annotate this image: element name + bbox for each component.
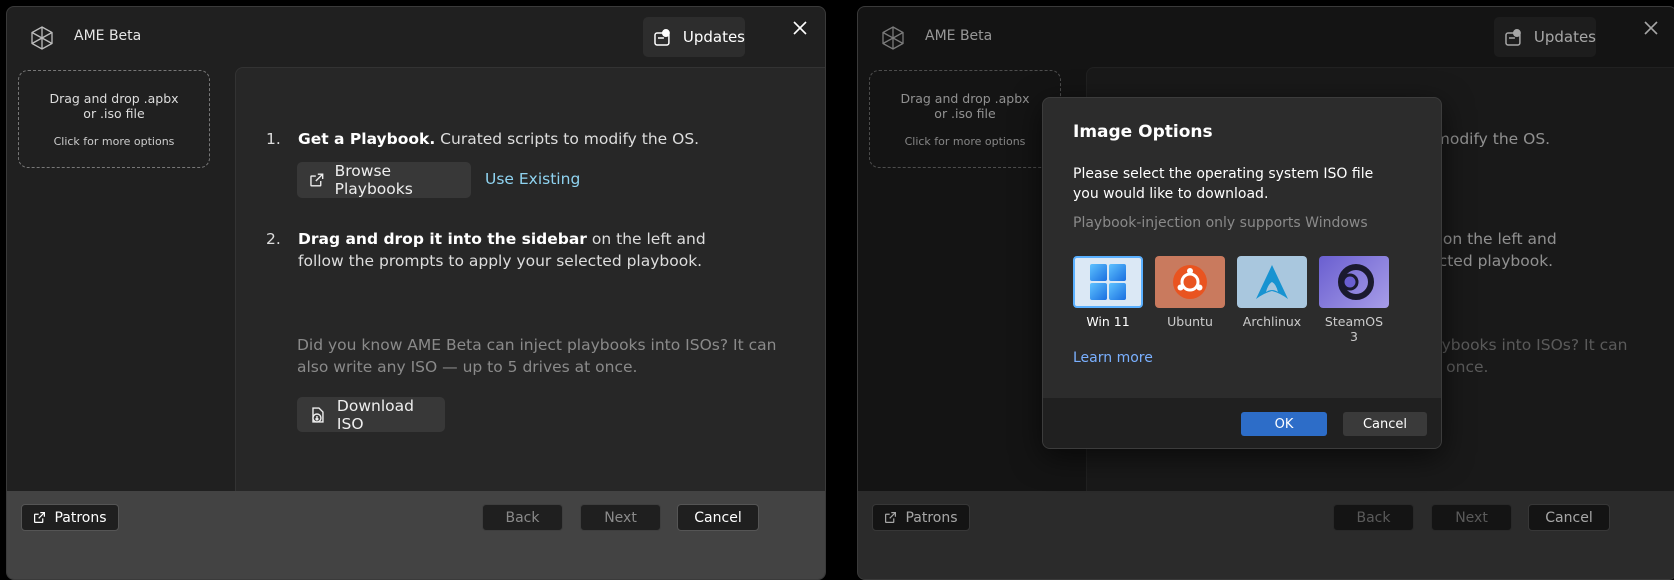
- os-tile: [1237, 256, 1307, 308]
- download-iso-label: Download ISO: [336, 396, 414, 433]
- dialog-description: Please select the operating system ISO f…: [1073, 166, 1374, 202]
- sidebar: Drag and drop .apbx or .iso file Click f…: [7, 67, 235, 527]
- dialog-cancel-button[interactable]: Cancel: [1343, 412, 1427, 436]
- step-text: Drag and drop it into the sidebar on the…: [298, 228, 738, 272]
- footer-bar: Patrons Back Next Cancel: [7, 491, 825, 579]
- patrons-label: Patrons: [54, 509, 107, 526]
- drop-zone[interactable]: Drag and drop .apbx or .iso file Click f…: [18, 70, 210, 168]
- os-option-label: Win 11: [1086, 314, 1130, 329]
- os-option-label: Archlinux: [1242, 314, 1302, 329]
- external-link-icon: [310, 173, 324, 187]
- os-option-archlinux[interactable]: Archlinux: [1237, 256, 1307, 344]
- ame-window-main: AME Beta Updates Drag and drop .apbx or …: [6, 6, 826, 580]
- app-title: AME Beta: [74, 28, 142, 44]
- cancel-button[interactable]: Cancel: [677, 504, 759, 531]
- os-tile: [1155, 256, 1225, 308]
- step-number: 1.: [266, 130, 281, 148]
- step-text: Get a Playbook. Curated scripts to modif…: [298, 128, 738, 150]
- ubuntu-icon: [1173, 265, 1207, 299]
- windows-icon: [1090, 264, 1126, 300]
- info-text: Did you know AME Beta can inject playboo…: [297, 336, 777, 376]
- back-button[interactable]: Back: [482, 504, 563, 531]
- os-options: Win 11 Ubuntu Archlinux SteamOS 3: [1073, 256, 1389, 344]
- os-tile: [1073, 256, 1143, 308]
- main-content: 1. Get a Playbook. Curated scripts to mo…: [235, 67, 825, 528]
- os-option-label: SteamOS 3: [1324, 314, 1384, 344]
- browse-playbooks-label: Browse Playbooks: [334, 162, 413, 198]
- ok-button[interactable]: OK: [1241, 412, 1327, 436]
- browse-playbooks-button[interactable]: Browse Playbooks: [297, 162, 471, 198]
- patrons-button[interactable]: Patrons: [21, 504, 119, 531]
- updates-icon: [654, 29, 670, 46]
- download-file-icon: [312, 406, 324, 423]
- updates-button[interactable]: Updates: [643, 17, 745, 57]
- step-rest: Curated scripts to modify the OS.: [435, 130, 700, 148]
- dialog-title: Image Options: [1073, 122, 1213, 142]
- step-bold: Get a Playbook.: [298, 130, 436, 148]
- title-bar: AME Beta Updates: [7, 7, 825, 67]
- external-link-icon: [34, 512, 46, 523]
- dialog-footer: OK Cancel: [1043, 398, 1441, 448]
- ame-window-dialog: AME Beta Updates Drag and drop .apbx or …: [857, 6, 1674, 580]
- steamos-icon: [1338, 264, 1374, 300]
- next-button[interactable]: Next: [580, 504, 661, 531]
- drop-zone-hint: Click for more options: [53, 135, 175, 148]
- learn-more-link[interactable]: Learn more: [1073, 350, 1153, 366]
- os-option-win11[interactable]: Win 11: [1073, 256, 1143, 344]
- dialog-note: Playbook-injection only supports Windows: [1073, 215, 1368, 231]
- updates-label: Updates: [682, 28, 745, 46]
- os-option-label: Ubuntu: [1167, 314, 1213, 329]
- download-iso-button[interactable]: Download ISO: [297, 396, 445, 433]
- use-existing-link[interactable]: Use Existing: [485, 170, 580, 188]
- step-bold: Drag and drop it into the sidebar: [298, 230, 587, 248]
- image-options-dialog: Image Options Please select the operatin…: [1042, 97, 1442, 449]
- drop-zone-line2: or .iso file: [83, 106, 145, 121]
- drop-zone-line1: Drag and drop .apbx: [49, 91, 179, 106]
- close-icon[interactable]: [791, 19, 809, 37]
- os-tile: [1319, 256, 1389, 308]
- step-number: 2.: [266, 230, 281, 248]
- archlinux-icon: [1256, 265, 1288, 299]
- ame-logo-icon: [31, 26, 53, 50]
- os-option-steamos[interactable]: SteamOS 3: [1319, 256, 1389, 344]
- os-option-ubuntu[interactable]: Ubuntu: [1155, 256, 1225, 344]
